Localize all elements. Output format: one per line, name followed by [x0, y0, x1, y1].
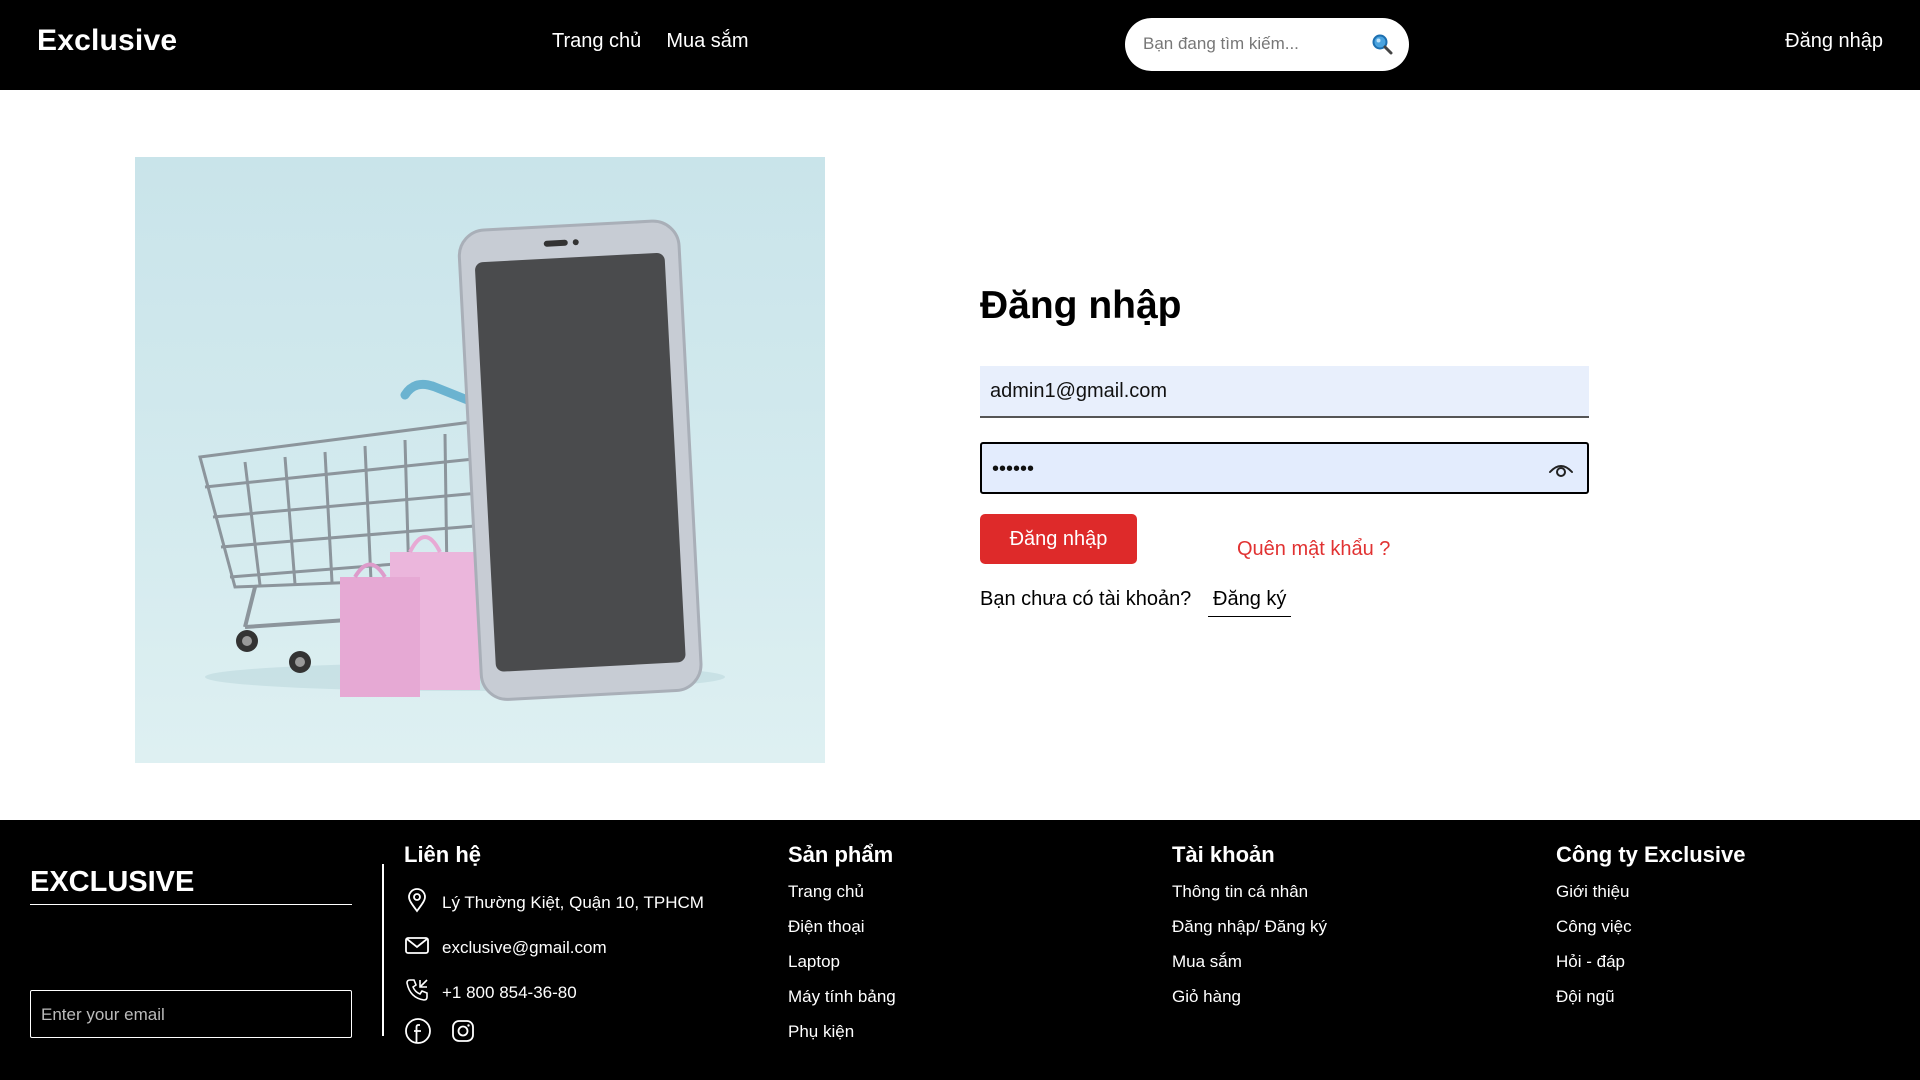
footer-link-cart[interactable]: Giỏ hàng — [1172, 985, 1327, 1020]
footer: EXCLUSIVE Liên hệ Lý Thường Kiệt, Quận 1… — [0, 820, 1920, 1080]
footer-link-profile[interactable]: Thông tin cá nhân — [1172, 880, 1327, 915]
footer-link-tablet[interactable]: Máy tính bảng — [788, 985, 896, 1020]
top-header: Exclusive Trang chủ Mua sắm Đăng nhập — [0, 0, 1920, 90]
footer-company-title: Công ty Exclusive — [1556, 842, 1746, 867]
contact-email-text[interactable]: exclusive@gmail.com — [442, 938, 607, 958]
footer-link-laptop[interactable]: Laptop — [788, 950, 896, 985]
footer-link-login-register[interactable]: Đăng nhập/ Đăng ký — [1172, 915, 1327, 950]
footer-account: Tài khoản Thông tin cá nhân Đăng nhập/ Đ… — [1172, 842, 1327, 1020]
contact-address: Lý Thường Kiệt, Quận 10, TPHCM — [404, 880, 704, 925]
footer-contact: Liên hệ Lý Thường Kiệt, Quận 10, TPHCM e… — [404, 842, 704, 1050]
hero-image — [135, 157, 825, 763]
mail-icon — [404, 932, 442, 963]
logo[interactable]: Exclusive — [37, 24, 177, 58]
footer-link-team[interactable]: Đội ngũ — [1556, 985, 1746, 1020]
social-links — [404, 1017, 704, 1050]
location-icon — [404, 887, 442, 918]
footer-link-shop[interactable]: Mua sắm — [1172, 950, 1327, 985]
footer-contact-title: Liên hệ — [404, 842, 482, 867]
footer-products-title: Sản phẩm — [788, 842, 894, 867]
newsletter-email-input[interactable] — [41, 1003, 331, 1027]
password-field — [980, 442, 1589, 494]
signup-link[interactable]: Đăng ký — [1208, 588, 1292, 617]
login-button[interactable]: Đăng nhập — [980, 514, 1137, 564]
phone-icon — [404, 977, 442, 1008]
contact-email: exclusive@gmail.com — [404, 925, 704, 970]
email-input[interactable] — [990, 378, 1530, 404]
footer-link-about[interactable]: Giới thiệu — [1556, 880, 1746, 915]
eye-icon[interactable] — [1547, 456, 1575, 482]
footer-link-accessories[interactable]: Phụ kiện — [788, 1020, 896, 1055]
contact-address-text: Lý Thường Kiệt, Quận 10, TPHCM — [442, 892, 704, 912]
footer-divider — [382, 864, 384, 1036]
email-field — [980, 366, 1589, 418]
forgot-password-link[interactable]: Quên mật khẩu ? — [1237, 538, 1390, 561]
footer-account-title: Tài khoản — [1172, 842, 1275, 867]
instagram-icon[interactable] — [449, 1017, 477, 1050]
footer-link-jobs[interactable]: Công việc — [1556, 915, 1746, 950]
footer-link-phones[interactable]: Điện thoại — [788, 915, 896, 950]
main-nav: Trang chủ Mua sắm — [552, 30, 749, 53]
contact-phone: +1 800 854-36-80 — [404, 970, 704, 1015]
facebook-icon[interactable] — [404, 1017, 432, 1050]
footer-link-faq[interactable]: Hỏi - đáp — [1556, 950, 1746, 985]
search-box — [1125, 18, 1409, 71]
contact-phone-text: +1 800 854-36-80 — [442, 982, 577, 1002]
nav-home[interactable]: Trang chủ — [552, 30, 641, 53]
signup-question: Bạn chưa có tài khoản? — [980, 588, 1192, 610]
footer-products: Sản phẩm Trang chủ Điện thoại Laptop Máy… — [788, 842, 896, 1055]
footer-company: Công ty Exclusive Giới thiệu Công việc H… — [1556, 842, 1746, 1020]
footer-link-home[interactable]: Trang chủ — [788, 880, 896, 915]
password-input[interactable] — [992, 456, 1532, 482]
nav-shop[interactable]: Mua sắm — [666, 30, 748, 53]
footer-brand: EXCLUSIVE — [30, 866, 352, 905]
newsletter-field — [30, 990, 352, 1038]
search-icon[interactable] — [1369, 31, 1395, 57]
login-title: Đăng nhập — [980, 284, 1182, 327]
search-input[interactable] — [1143, 32, 1353, 56]
header-login-link[interactable]: Đăng nhập — [1785, 30, 1883, 53]
